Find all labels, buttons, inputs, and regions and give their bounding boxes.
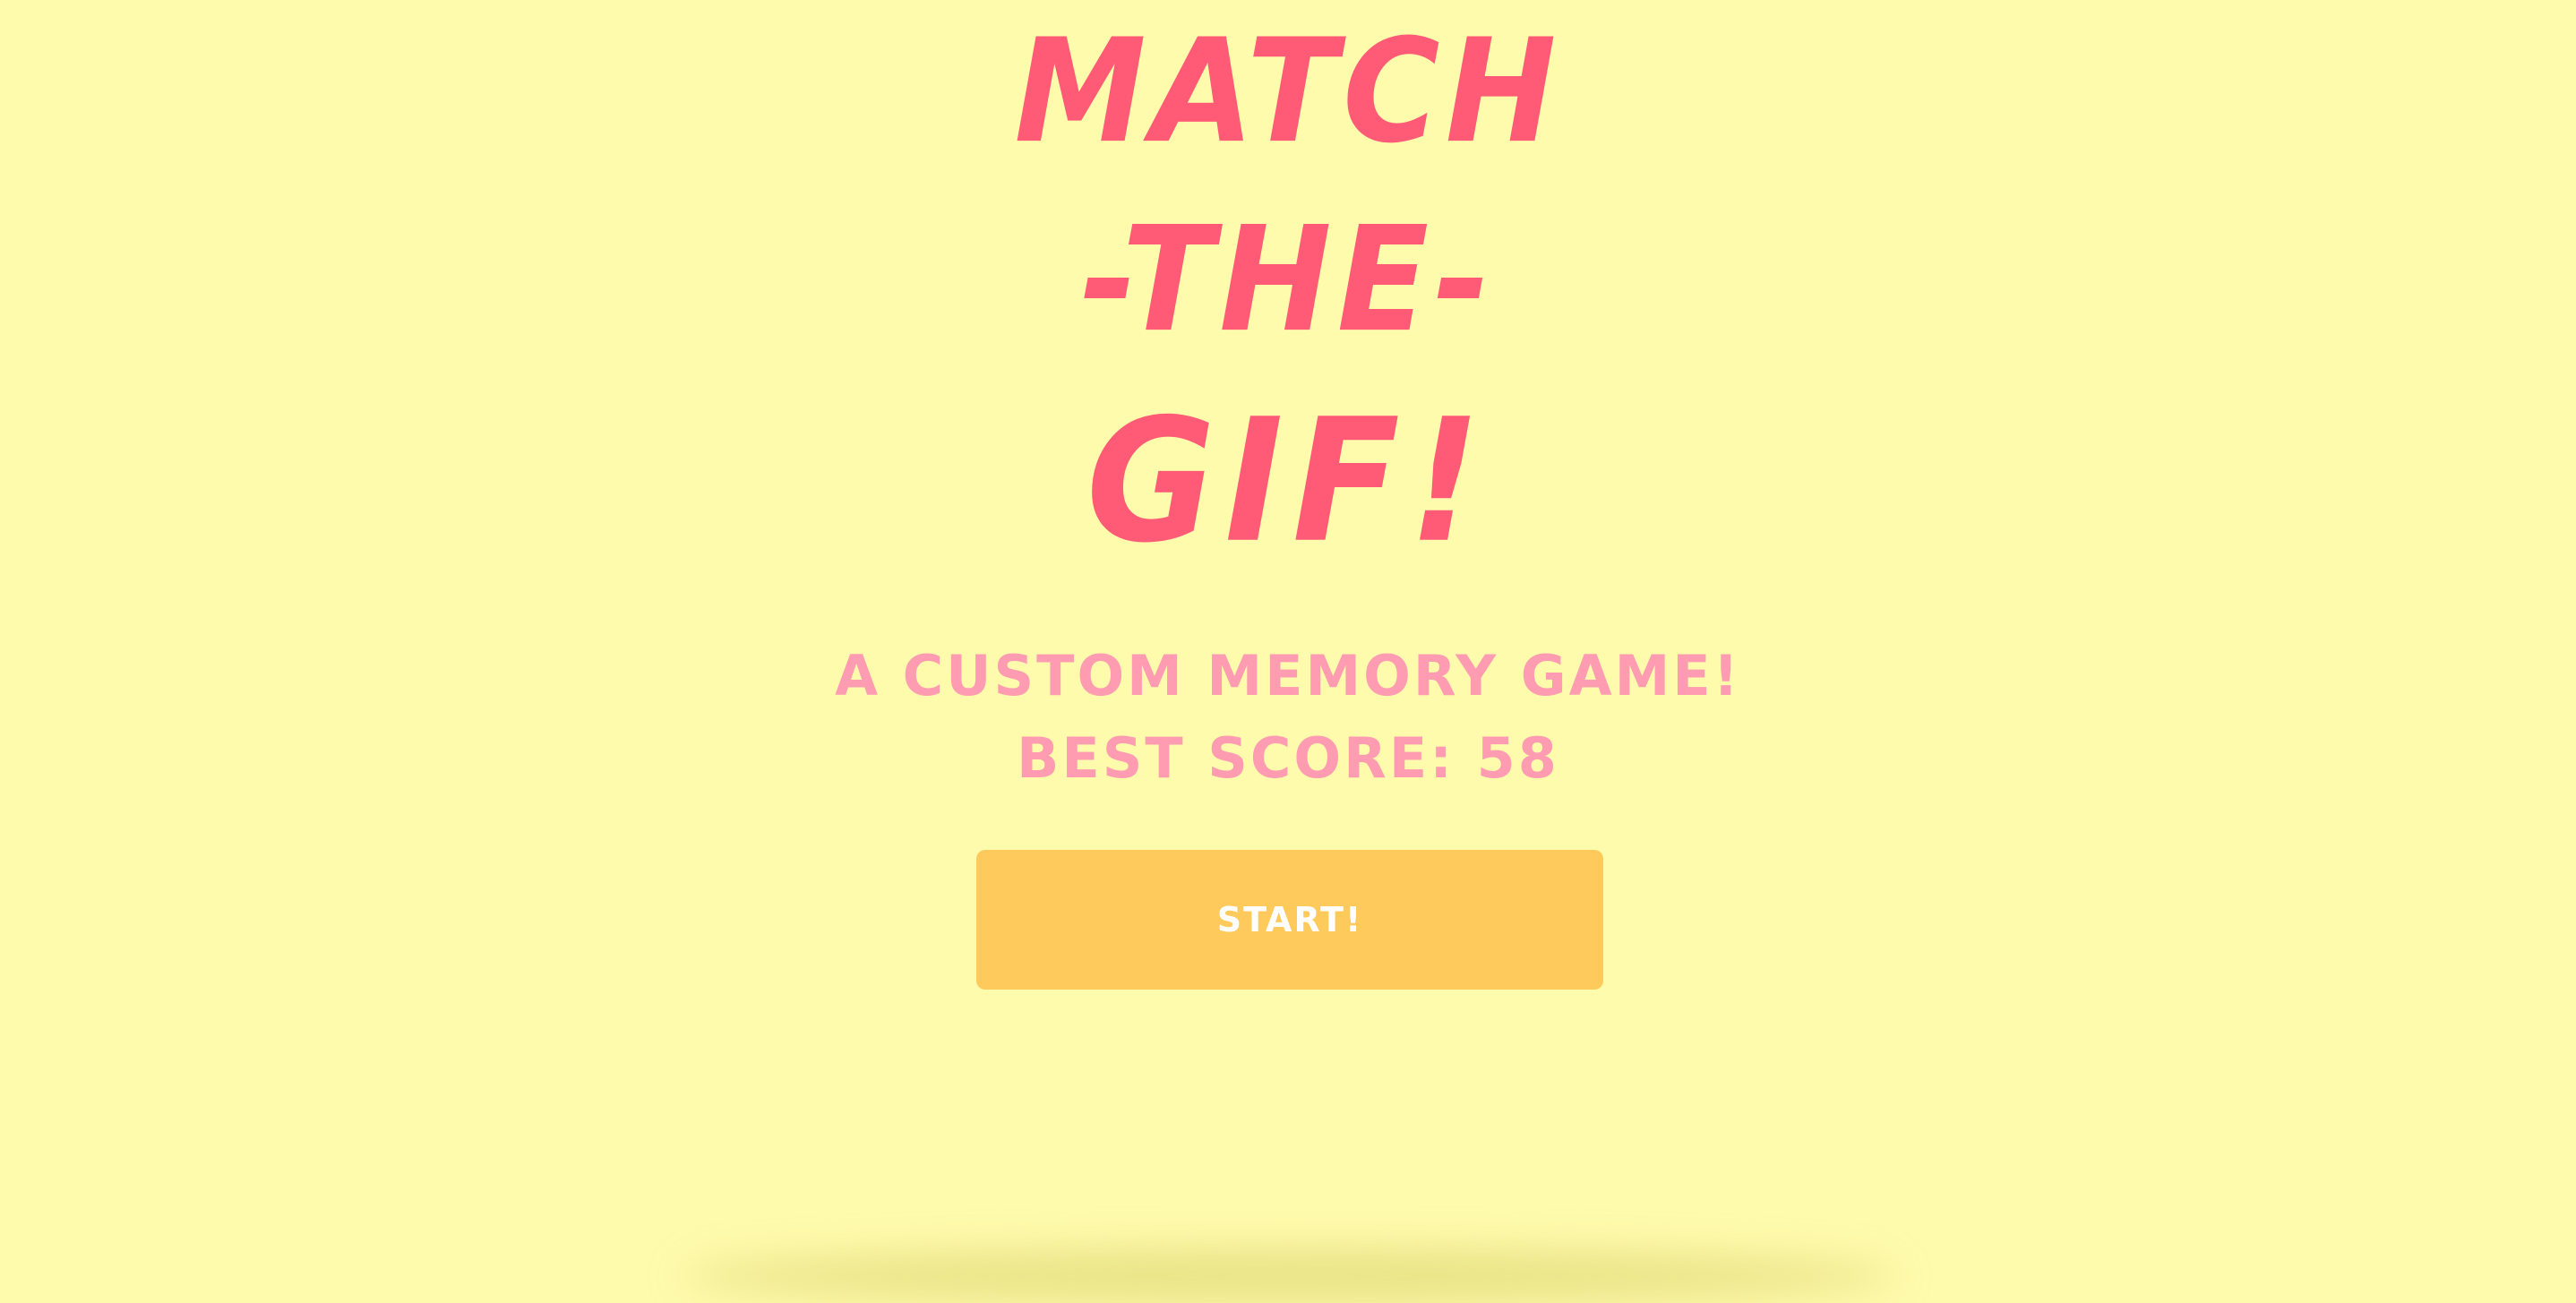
start-button[interactable]: START! <box>976 850 1603 990</box>
title-line-the: -THE- <box>1080 196 1496 364</box>
title-line-match: MATCH <box>1014 8 1562 175</box>
title-line-gif: GIF! <box>1086 381 1490 581</box>
start-screen: MATCH -THE- GIF! A CUSTOM MEMORY GAME! B… <box>0 0 2576 1303</box>
tagline: A CUSTOM MEMORY GAME! <box>835 643 1741 708</box>
bottom-shadow <box>681 1249 1899 1303</box>
best-score: BEST SCORE: 58 <box>1017 725 1559 791</box>
